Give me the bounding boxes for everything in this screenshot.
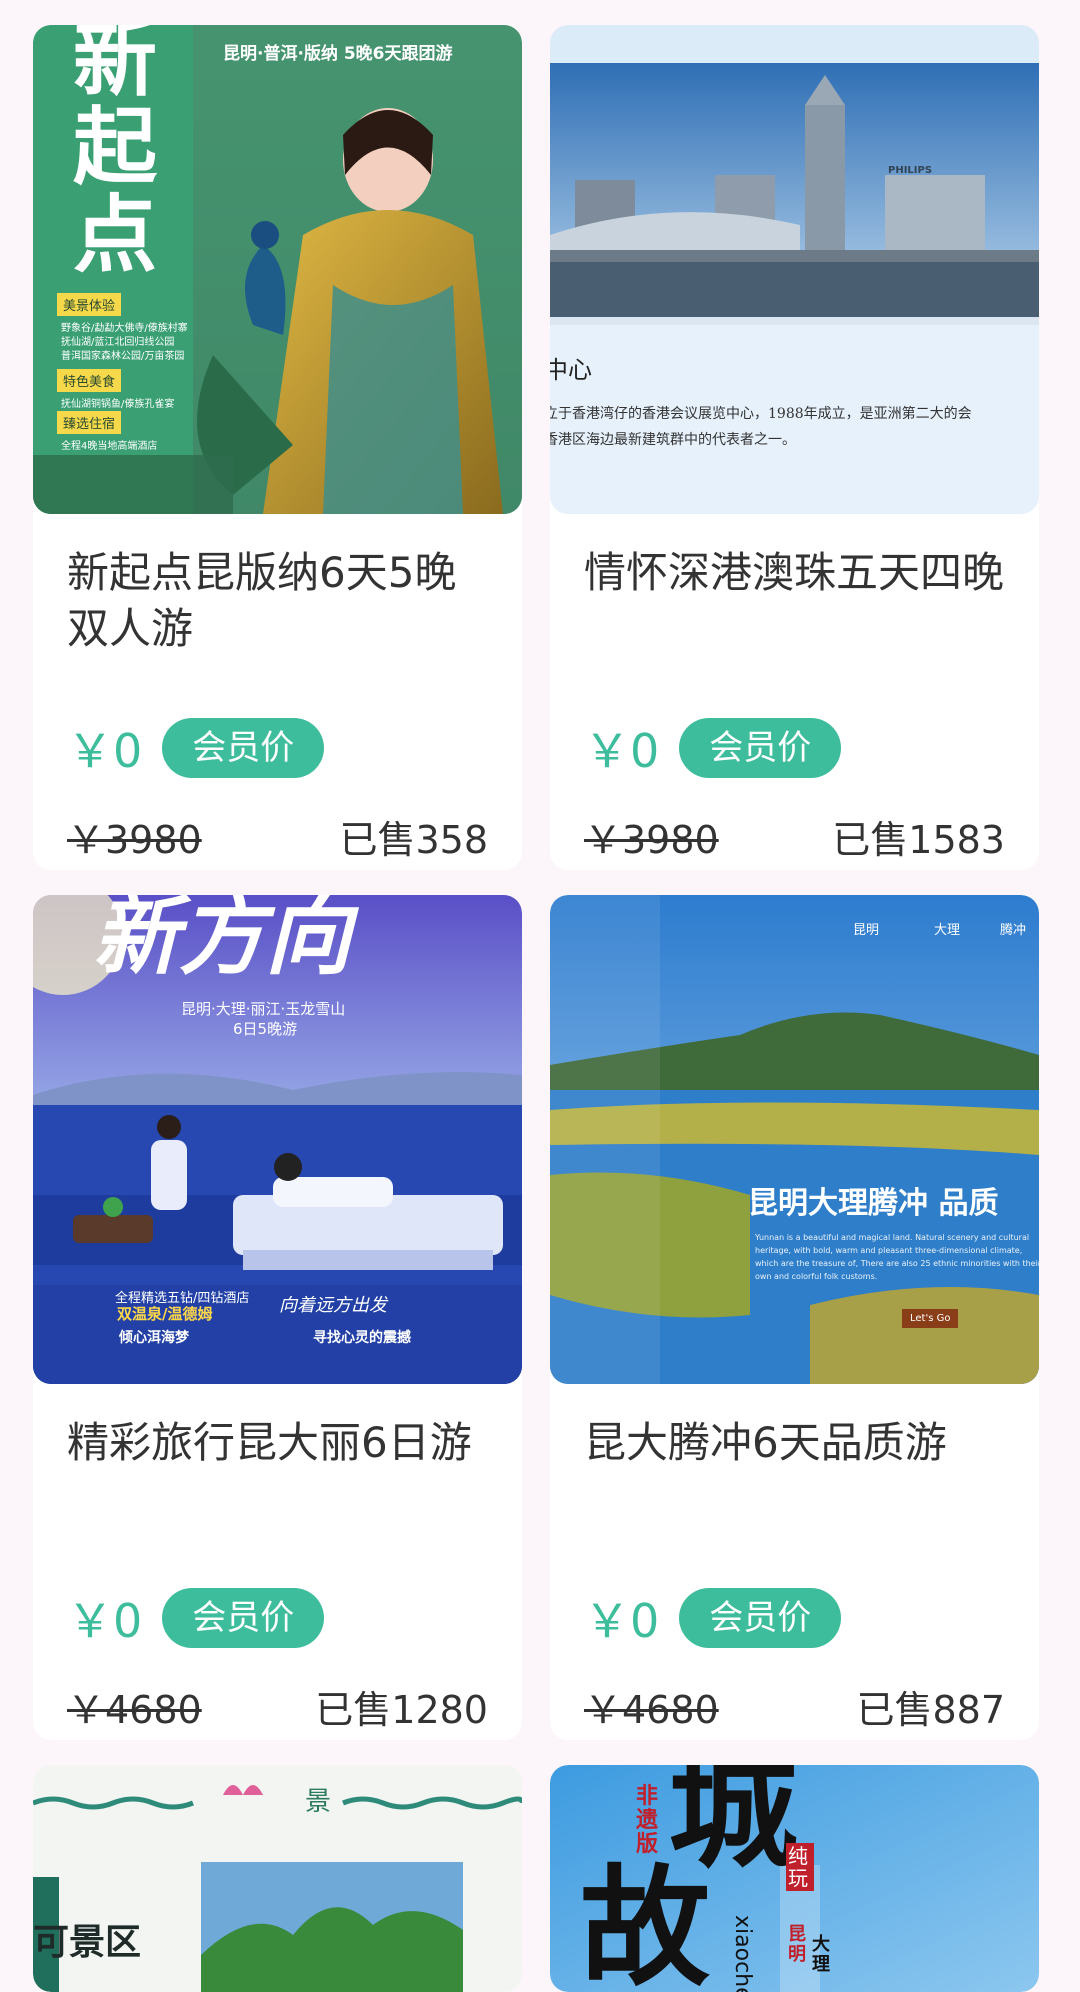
product-card[interactable]: PHILIPS 中心 立于香港湾仔的香港会议展览中心，1988年成立，是亚洲第二… <box>550 25 1039 870</box>
image-side-text: 昆明 <box>788 1924 806 1965</box>
image-desc: Yunnan is a beautiful and magical land. … <box>755 1233 1039 1281</box>
original-price: ￥4680 <box>584 1688 719 1732</box>
image-side-tag: 纯玩 <box>786 1843 814 1891</box>
member-price-badge: 会员价 <box>679 1588 842 1648</box>
image-caption: 立于香港湾仔的香港会议展览中心，1988年成立，是亚洲第二大的会 <box>550 406 972 422</box>
image-line: 抚仙湖/蓝江北回归线公园 <box>61 337 175 348</box>
image-caption: 香港区海边最新建筑群中的代表者之一。 <box>550 432 796 448</box>
image-headline: 新方向 <box>93 895 351 987</box>
image-route: 昆明·大理·丽江·玉龙雪山 <box>181 1000 346 1018</box>
image-days: 6日5晚游 <box>233 1020 298 1038</box>
original-price: ￥3980 <box>67 818 202 862</box>
sold-count: 已售887 <box>856 1688 1005 1732</box>
image-item: 倾心洱海梦 <box>119 1330 189 1346</box>
product-card[interactable]: 非遗版 城 故 纯玩 xiaoche 昆明 大理 <box>550 1765 1039 1992</box>
image-line: 普洱国家森林公园/万亩茶园 <box>61 351 185 362</box>
image-nav-item: 腾冲 <box>1000 923 1027 938</box>
member-price-badge: 会员价 <box>679 718 842 778</box>
image-headline: 昆明大理腾冲 品质 <box>748 1186 999 1221</box>
product-title[interactable]: 昆大腾冲6天品质游 <box>584 1415 1014 1471</box>
image-tag: 特色美食 <box>57 369 122 392</box>
product-image[interactable]: 景 可景区 <box>33 1765 522 1992</box>
image-tag: 非遗版 <box>636 1784 659 1857</box>
product-card[interactable]: 新方向 昆明·大理·丽江·玉龙雪山 6日5晚游 全程精选五钻/四钻酒店 双温泉/… <box>33 895 522 1740</box>
image-line: 抚仙湖铜锅鱼/傣族孔雀宴 <box>61 399 175 410</box>
image-sign: PHILIPS <box>888 165 933 176</box>
sold-count: 已售358 <box>339 818 488 862</box>
product-card[interactable]: 景 可景区 <box>33 1765 522 1992</box>
product-title[interactable]: 新起点昆版纳6天5晚双人游 <box>67 545 497 657</box>
image-tag: 臻选住宿 <box>57 411 122 434</box>
product-card[interactable]: 昆明·普洱·版纳 5晚6天跟团游 新起点 美景体验 野象谷/勐勐大佛寺/傣族村寨… <box>33 25 522 870</box>
image-side-text: 大理 <box>812 1934 830 1975</box>
price-row: ￥0 会员价 <box>584 717 842 779</box>
image-side-text: xiaoche <box>730 1915 755 1992</box>
sold-count: 已售1583 <box>832 818 1005 862</box>
image-slogan: 向着远方出发 <box>279 1295 387 1316</box>
image-label: 可景区 <box>33 1921 142 1963</box>
image-heading: 中心 <box>550 356 592 384</box>
product-image[interactable]: 昆明·普洱·版纳 5晚6天跟团游 新起点 美景体验 野象谷/勐勐大佛寺/傣族村寨… <box>33 25 522 514</box>
price-row: ￥0 会员价 <box>67 717 325 779</box>
member-price: ￥0 <box>67 724 143 778</box>
image-line: 全程4晚当地高端酒店 <box>61 441 158 452</box>
member-price-badge: 会员价 <box>162 718 325 778</box>
image-big-character: 故 <box>580 1851 711 1992</box>
image-route: 昆明·普洱·版纳 5晚6天跟团游 <box>223 44 453 64</box>
member-price-badge: 会员价 <box>162 1588 325 1648</box>
product-image[interactable]: 新方向 昆明·大理·丽江·玉龙雪山 6日5晚游 全程精选五钻/四钻酒店 双温泉/… <box>33 895 522 1384</box>
image-cta: Let's Go <box>902 1309 959 1328</box>
price-row: ￥0 会员价 <box>67 1587 325 1649</box>
image-nav-item: 昆明 <box>853 923 880 938</box>
product-title[interactable]: 精彩旅行昆大丽6日游 <box>67 1415 497 1471</box>
product-title[interactable]: 情怀深港澳珠五天四晚 <box>584 545 1014 601</box>
image-tag: 美景体验 <box>57 293 122 316</box>
original-price: ￥3980 <box>584 818 719 862</box>
image-headline: 新起点 <box>73 25 158 284</box>
original-price: ￥4680 <box>67 1688 202 1732</box>
sold-count: 已售1280 <box>315 1688 488 1732</box>
product-image[interactable]: PHILIPS 中心 立于香港湾仔的香港会议展览中心，1988年成立，是亚洲第二… <box>550 25 1039 514</box>
product-grid: 昆明·普洱·版纳 5晚6天跟团游 新起点 美景体验 野象谷/勐勐大佛寺/傣族村寨… <box>0 0 1080 1992</box>
image-item: 寻找心灵的震撼 <box>313 1330 411 1346</box>
product-image[interactable]: 非遗版 城 故 纯玩 xiaoche 昆明 大理 <box>550 1765 1039 1992</box>
image-line: 野象谷/勐勐大佛寺/傣族村寨 <box>61 323 188 334</box>
product-image[interactable]: 昆明 大理 腾冲 昆明大理腾冲 品质 Yunnan is a beautiful… <box>550 895 1039 1384</box>
member-price: ￥0 <box>67 1594 143 1648</box>
image-hotel-sub: 双温泉/温德姆 <box>117 1305 213 1323</box>
image-nav-item: 大理 <box>934 923 961 938</box>
member-price: ￥0 <box>584 724 660 778</box>
product-card[interactable]: 昆明 大理 腾冲 昆明大理腾冲 品质 Yunnan is a beautiful… <box>550 895 1039 1740</box>
price-row: ￥0 会员价 <box>584 1587 842 1649</box>
member-price: ￥0 <box>584 1594 660 1648</box>
image-mark: 景 <box>305 1787 332 1817</box>
